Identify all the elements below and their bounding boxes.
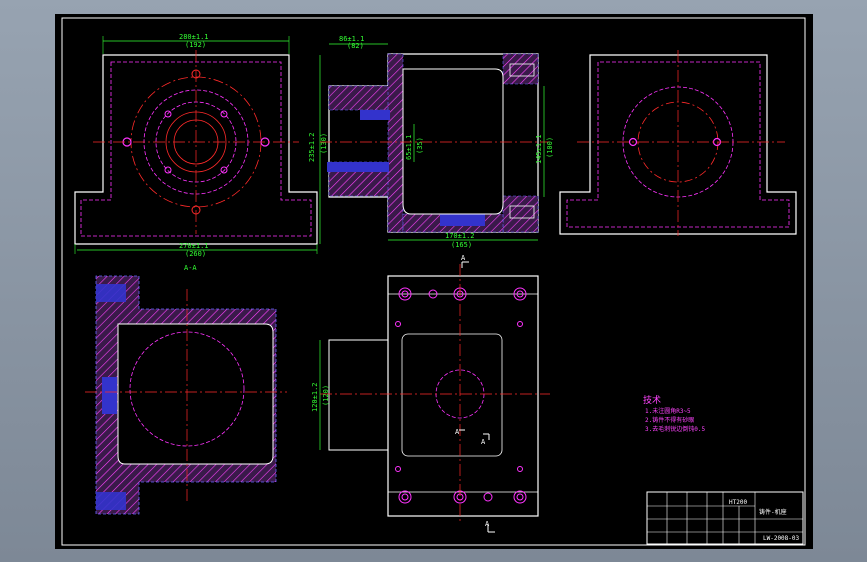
notes-line-2: 2.铸件不得有砂眼 — [645, 416, 694, 424]
notes-line-3: 3.去毛刺锐边倒钝0.5 — [645, 425, 705, 433]
section-label-aa: A-A — [184, 264, 197, 272]
top-view-hidden-outline — [80, 61, 312, 237]
side-dim-bottom: 170±1.2 — [445, 232, 475, 240]
plan-dim-left: 120±1.2 — [311, 382, 319, 412]
viewport: 280±1.1 (192) 235±1.2 (130) 270±1.1 (260… — [0, 0, 867, 562]
top-dim-bottom-sub: (260) — [185, 250, 206, 258]
top-dim-left-sub: (130) — [320, 133, 328, 154]
cad-drawing[interactable]: 280±1.1 (192) 235±1.2 (130) 270±1.1 (260… — [55, 14, 813, 549]
top-dim-left: 235±1.2 — [308, 132, 316, 162]
side-dim-mid: 65±1.1 — [405, 135, 413, 160]
side-dim-right: 145±1.1 — [535, 134, 543, 164]
notes-line-1: 1.未注圆角R3~5 — [645, 407, 691, 415]
drawing-sheet: 280±1.1 (192) 235±1.2 (130) 270±1.1 (260… — [55, 14, 813, 549]
side-dim-right-sub: (100) — [546, 137, 554, 158]
title-block-material: HT200 — [729, 499, 747, 506]
title-block[interactable]: HT200 铸件-机座 LW-2008-03 — [646, 491, 804, 545]
side-section-view[interactable]: 86±1.1 (82) 65±1.1 (35) 145±1.1 (100) 17… — [320, 35, 554, 249]
notes-title: 技术 — [643, 394, 661, 406]
top-dim-bottom: 270±1.1 — [179, 242, 209, 250]
top-dim-top-sub: (192) — [185, 41, 206, 49]
section-marker-mid-left: A — [455, 428, 460, 436]
side-dim-top-sub: (82) — [347, 42, 364, 50]
side-dim-mid-sub: (35) — [416, 137, 424, 154]
top-dim-top: 280±1.1 — [179, 33, 209, 41]
title-block-drawing-no: LW-2008-03 — [763, 535, 800, 542]
title-block-part-name: 铸件-机座 — [759, 508, 787, 516]
side-dim-bottom-sub: (165) — [451, 241, 472, 249]
section-marker-top: A — [461, 254, 466, 262]
section-aa-view[interactable] — [85, 275, 287, 515]
top-view[interactable]: 280±1.1 (192) 235±1.2 (130) 270±1.1 (260… — [74, 33, 328, 272]
right-view[interactable] — [559, 50, 797, 236]
technical-notes: 技术 1.未注圆角R3~5 2.铸件不得有砂眼 3.去毛刺锐边倒钝0.5 — [643, 394, 705, 433]
section-marker-bottom: A — [485, 520, 490, 528]
section-marker-mid-right: A — [481, 438, 486, 446]
plan-dim-left-sub: (120) — [322, 385, 330, 406]
plan-view[interactable]: 120±1.2 (120) A A A A — [311, 254, 550, 533]
